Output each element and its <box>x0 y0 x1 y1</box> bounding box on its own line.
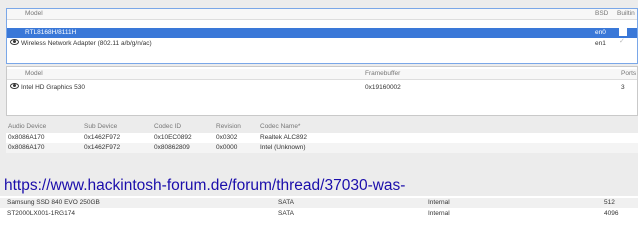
column-header-codec-name[interactable]: Codec Name* <box>260 122 300 132</box>
audio-table-header: Audio Device Sub Device Codec ID Revisio… <box>6 122 638 132</box>
column-header-model[interactable]: Model <box>25 69 43 79</box>
storage-row[interactable]: Samsung SSD 840 EVO 250GB SATA Internal … <box>0 198 638 208</box>
graphics-panel: Model Framebuffer Ports Intel HD Graphic… <box>6 66 638 116</box>
storage-panel: Samsung SSD 840 EVO 250GB SATA Internal … <box>0 196 638 244</box>
column-header-ports[interactable]: Ports <box>621 69 636 79</box>
network-panel: Model BSD Builtin RTL8168H/8111H en0 Wir… <box>6 8 638 64</box>
column-header-model[interactable]: Model <box>25 9 43 19</box>
network-table-header: Model BSD Builtin <box>7 9 637 20</box>
graphics-ports: 3 <box>621 84 625 91</box>
audio-revision: 0x0302 <box>216 134 238 141</box>
storage-model: ST2000LX001-1RG174 <box>7 210 75 217</box>
graphics-model: Intel HD Graphics 530 <box>21 84 85 91</box>
graphics-framebuffer: 0x19160002 <box>365 84 401 91</box>
storage-size: 512 <box>604 199 615 206</box>
network-row-wireless[interactable]: Wireless Network Adapter (802.11 a/b/g/n… <box>7 38 637 49</box>
audio-codec-name: Realtek ALC892 <box>260 134 307 141</box>
graphics-table-header: Model Framebuffer Ports <box>7 69 637 80</box>
storage-type: SATA <box>278 210 295 217</box>
column-header-audio-device[interactable]: Audio Device <box>8 122 46 132</box>
storage-type: SATA <box>278 199 295 206</box>
audio-sub-device: 0x1462F972 <box>84 134 121 141</box>
storage-location: Internal <box>428 199 450 206</box>
eye-icon-glyph <box>10 83 19 89</box>
watermark-url: https://www.hackintosh-forum.de/forum/th… <box>4 177 406 194</box>
column-header-codec-id[interactable]: Codec ID <box>154 122 181 132</box>
audio-row[interactable]: 0x8086A170 0x1462F972 0x10EC0892 0x0302 … <box>6 133 638 143</box>
network-bsd: en0 <box>595 29 606 36</box>
audio-sub-device: 0x1462F972 <box>84 144 121 151</box>
checkmark-icon: ✓ <box>619 38 625 45</box>
storage-size: 4096 <box>604 210 619 217</box>
graphics-row[interactable]: Intel HD Graphics 530 0x19160002 3 <box>7 83 637 93</box>
audio-revision: 0x0000 <box>216 144 238 151</box>
network-row-ethernet[interactable]: RTL8168H/8111H en0 <box>7 28 637 38</box>
network-bsd: en1 <box>595 40 606 47</box>
audio-codec-id: 0x80862809 <box>154 144 190 151</box>
storage-model: Samsung SSD 840 EVO 250GB <box>7 199 100 206</box>
column-header-bsd[interactable]: BSD <box>595 9 608 19</box>
eye-icon-glyph <box>10 39 19 45</box>
column-header-builtin[interactable]: Builtin <box>617 9 635 19</box>
audio-device: 0x8086A170 <box>8 134 45 141</box>
column-header-revision[interactable]: Revision <box>216 122 241 132</box>
storage-location: Internal <box>428 210 450 217</box>
checkbox-icon <box>619 28 627 36</box>
audio-codec-id: 0x10EC0892 <box>154 134 192 141</box>
audio-device: 0x8086A170 <box>8 144 45 151</box>
column-header-framebuffer[interactable]: Framebuffer <box>365 69 400 79</box>
audio-codec-name: Intel (Unknown) <box>260 144 306 151</box>
storage-row[interactable]: ST2000LX001-1RG174 SATA Internal 4096 <box>0 209 638 219</box>
audio-panel: Audio Device Sub Device Codec ID Revisio… <box>6 122 638 158</box>
column-header-sub-device[interactable]: Sub Device <box>84 122 117 132</box>
network-model: Wireless Network Adapter (802.11 a/b/g/n… <box>21 40 152 47</box>
audio-row[interactable]: 0x8086A170 0x1462F972 0x80862809 0x0000 … <box>6 143 638 153</box>
network-model: RTL8168H/8111H <box>25 29 77 36</box>
